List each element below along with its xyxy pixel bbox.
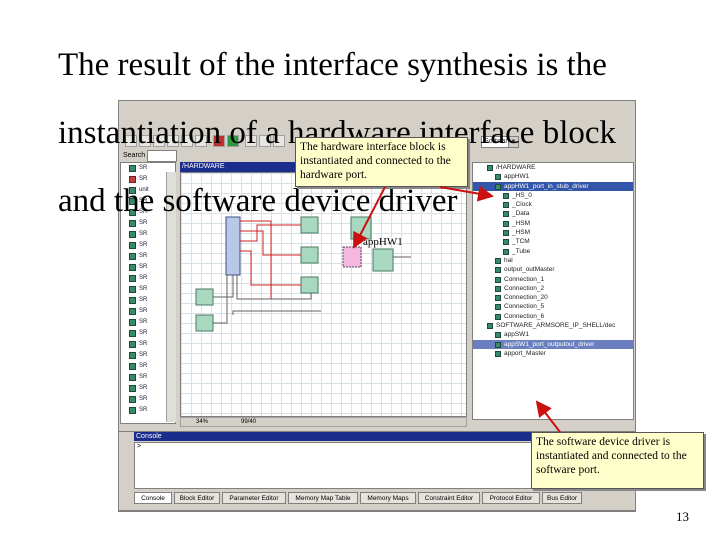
left-tree-label: SR (139, 363, 148, 369)
software-callout: The software device driver is instantiat… (531, 432, 704, 489)
left-tree-label: SR (139, 253, 148, 259)
console-tab[interactable]: Block Editor (174, 492, 220, 504)
left-tree-label: SR (139, 407, 148, 413)
left-tree-label: SR (139, 297, 148, 303)
title-line: and the software device driver (58, 183, 458, 219)
left-tree-label: SR (139, 286, 148, 292)
right-tree-item[interactable]: Connection_5 (473, 302, 633, 311)
console-tab[interactable]: Bus Editor (542, 492, 582, 504)
console-prompt: > (137, 443, 142, 450)
node-icon (495, 341, 501, 348)
node-icon (129, 374, 136, 381)
right-tree-item[interactable]: apport_Master (473, 349, 633, 358)
hardware-callout: The hardware interface block is instanti… (295, 137, 468, 187)
right-tree-label: Connection_20 (504, 294, 548, 302)
wire (213, 275, 228, 324)
right-tree-item[interactable]: Connection_1 (473, 275, 633, 284)
right-tree-label: appSW1 (504, 331, 529, 339)
console-tab[interactable]: Constraint Editor (418, 492, 480, 504)
node-icon (129, 330, 136, 337)
node-icon (129, 396, 136, 403)
right-tree-item[interactable]: SOFTWARE_ARMSORE_IP_SHELL/dec (473, 321, 633, 330)
left-tree-label: SR (139, 264, 148, 270)
left-tree-label: SR (139, 374, 148, 380)
console-tab[interactable]: Memory Maps (360, 492, 416, 504)
right-tree-label: hal (504, 256, 513, 264)
wire (213, 275, 234, 298)
console-tab[interactable]: Memory Map Table (288, 492, 358, 504)
right-tree-label: apport_Master (504, 349, 546, 357)
node-icon (129, 286, 136, 293)
left-tree-label: SR (139, 396, 148, 402)
left-tree-label: SR (139, 385, 148, 391)
node-icon (129, 352, 136, 359)
node-icon (495, 276, 501, 283)
node-icon (487, 323, 493, 330)
node-icon (495, 285, 501, 292)
right-tree-item[interactable]: Connection_2 (473, 284, 633, 293)
title-line: The result of the interface synthesis is… (58, 47, 607, 83)
left-tree-label: SR (139, 341, 148, 347)
right-tree-label: Connection_5 (504, 303, 545, 311)
node-icon (495, 313, 501, 320)
hw-block[interactable] (195, 288, 214, 306)
app-hw1-label: appHW1 (363, 236, 403, 248)
node-icon (495, 257, 501, 264)
right-tree-label: output_outMaster (504, 266, 555, 274)
node-icon (129, 363, 136, 370)
left-tree-label: SR (139, 352, 148, 358)
node-icon (129, 308, 136, 315)
right-tree-item[interactable]: Connection_6 (473, 312, 633, 321)
node-icon (129, 253, 136, 260)
right-tree-item[interactable]: appSW1_port_outputout_driver (473, 339, 633, 349)
right-tree-item[interactable]: appSW1 (473, 330, 633, 339)
left-tree-label: SR (139, 308, 148, 314)
node-icon (129, 297, 136, 304)
zoom-readout: 34% (196, 419, 209, 425)
node-icon (495, 295, 501, 302)
right-tree-item[interactable]: Connection_20 (473, 293, 633, 302)
node-icon (129, 319, 136, 326)
node-icon (129, 264, 136, 271)
right-tree-item[interactable]: hal (473, 256, 633, 265)
node-icon (495, 350, 501, 357)
node-icon (129, 407, 136, 414)
slide-title: The result of the interface synthesis is… (58, 14, 708, 252)
right-tree-label: Connection_1 (504, 275, 545, 283)
right-tree-label: appSW1_port_outputout_driver (504, 340, 595, 348)
console-tab[interactable]: Protocol Editor (482, 492, 540, 504)
hw-block[interactable] (195, 314, 214, 332)
left-tree-label: SR (139, 319, 148, 325)
left-tree-label: SR (139, 275, 148, 281)
hw-block[interactable] (372, 248, 394, 272)
right-tree-label: Connection_6 (504, 312, 545, 320)
console-tab[interactable]: Console (134, 492, 172, 504)
node-icon (129, 341, 136, 348)
left-tree-label: SR (139, 330, 148, 336)
wire (236, 275, 312, 300)
node-icon (495, 267, 501, 274)
console-tab-bar: Console Block Editor Parameter Editor Memor… (134, 492, 634, 504)
hw-block[interactable] (300, 276, 319, 294)
page-number: 13 (676, 509, 689, 524)
coords-readout: 99/40 (241, 419, 257, 425)
canvas-status-bar[interactable]: 34% 99/40 (180, 417, 467, 427)
node-icon (129, 275, 136, 282)
node-icon (495, 332, 501, 339)
right-tree-label: SOFTWARE_ARMSORE_IP_SHELL/dec (496, 322, 616, 330)
node-icon (129, 385, 136, 392)
right-tree-item[interactable]: output_outMaster (473, 265, 633, 274)
wire (232, 310, 321, 315)
right-tree-label: Connection_2 (504, 284, 545, 292)
console-tab[interactable]: Parameter Editor (222, 492, 286, 504)
node-icon (495, 304, 501, 311)
